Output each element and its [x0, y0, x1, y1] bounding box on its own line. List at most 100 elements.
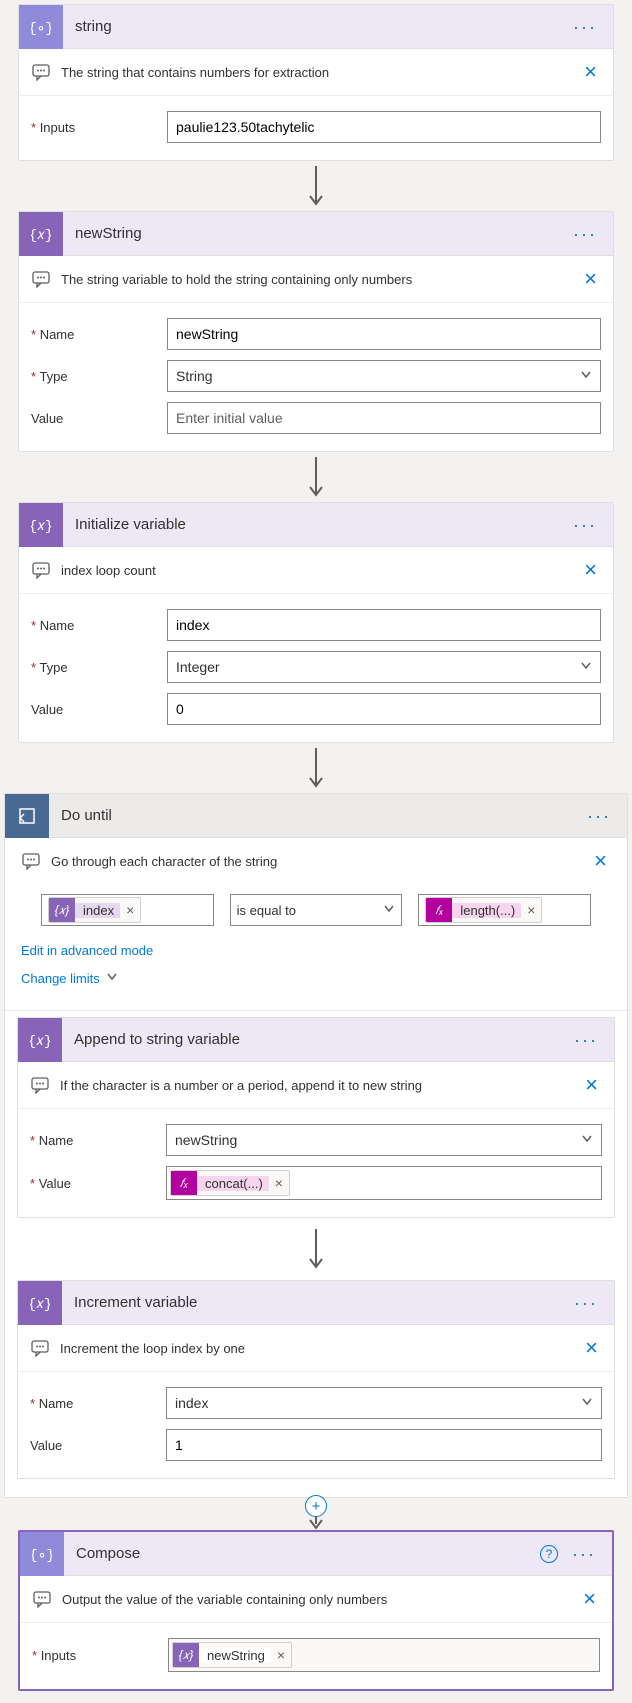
close-icon[interactable]: ×	[581, 1335, 602, 1361]
card-header[interactable]: {∘} string ···	[19, 5, 613, 49]
inputs-field[interactable]: {𝑥} newString ×	[168, 1638, 600, 1672]
comment-row: index loop count ×	[19, 547, 613, 594]
card-title: string	[63, 18, 569, 35]
type-label: * Type	[31, 369, 167, 384]
comment-row: Go through each character of the string …	[5, 838, 627, 882]
inputs-label: * Inputs	[31, 120, 167, 135]
comment-row: Output the value of the variable contain…	[20, 1576, 612, 1623]
more-menu-icon[interactable]: ···	[568, 1541, 600, 1567]
name-select[interactable]: newString	[166, 1124, 602, 1156]
card-header[interactable]: Initialize variable ···	[19, 503, 613, 547]
close-icon[interactable]: ×	[590, 848, 611, 874]
remove-token-icon[interactable]: ×	[271, 1647, 291, 1663]
value-label: Value	[30, 1438, 166, 1453]
chevron-down-icon	[581, 1395, 593, 1411]
name-label: * Name	[31, 618, 167, 633]
comment-icon	[21, 851, 41, 871]
expression-token[interactable]: 𝑓ₓ length(...) ×	[425, 897, 542, 923]
inputs-field[interactable]	[167, 111, 601, 143]
value-field[interactable]: 𝑓ₓ concat(...) ×	[166, 1166, 602, 1200]
arrow-connector	[5, 1224, 627, 1274]
type-label: * Type	[31, 660, 167, 675]
change-limits-link[interactable]: Change limits	[21, 971, 118, 986]
action-card-increment: Increment variable ··· Increment the loo…	[17, 1280, 615, 1479]
condition-operator-select[interactable]: is equal to	[230, 894, 403, 926]
card-title: Do until	[49, 807, 583, 824]
action-card-append: Append to string variable ··· If the cha…	[17, 1017, 615, 1218]
close-icon[interactable]: ×	[580, 59, 601, 85]
condition-right[interactable]: 𝑓ₓ length(...) ×	[418, 894, 591, 926]
variable-icon: {𝑥}	[173, 1642, 199, 1668]
comment-icon	[32, 1589, 52, 1609]
comment-text[interactable]: Output the value of the variable contain…	[62, 1592, 579, 1607]
card-header[interactable]: {∘} Compose ? ···	[20, 1532, 612, 1576]
card-header[interactable]: Do until ···	[5, 794, 627, 838]
loop-icon	[5, 794, 49, 838]
name-label: * Name	[30, 1133, 166, 1148]
comment-text[interactable]: index loop count	[61, 563, 580, 578]
comment-row: If the character is a number or a period…	[18, 1062, 614, 1109]
arrow-connector	[0, 452, 632, 502]
more-menu-icon[interactable]: ···	[569, 221, 601, 247]
variable-token[interactable]: {𝑥} index ×	[48, 897, 141, 923]
card-title: newString	[63, 225, 569, 242]
name-field[interactable]	[167, 609, 601, 641]
close-icon[interactable]: ×	[579, 1586, 600, 1612]
variable-icon: {𝑥}	[49, 897, 75, 923]
type-select[interactable]: String	[167, 360, 601, 392]
card-title: Append to string variable	[62, 1031, 570, 1048]
card-title: Initialize variable	[63, 516, 569, 533]
fx-icon: 𝑓ₓ	[171, 1170, 197, 1196]
arrow-connector: +	[0, 1498, 632, 1530]
comment-text[interactable]: If the character is a number or a period…	[60, 1078, 581, 1093]
more-menu-icon[interactable]: ···	[569, 512, 601, 538]
value-label: Value	[31, 702, 167, 717]
value-label: * Value	[30, 1176, 166, 1191]
more-menu-icon[interactable]: ···	[583, 803, 615, 829]
more-menu-icon[interactable]: ···	[570, 1027, 602, 1053]
variable-icon	[18, 1281, 62, 1325]
control-card-do-until: Do until ··· Go through each character o…	[4, 793, 628, 1498]
variable-icon	[19, 503, 63, 547]
name-select[interactable]: index	[166, 1387, 602, 1419]
remove-token-icon[interactable]: ×	[521, 902, 541, 918]
comment-row: The string variable to hold the string c…	[19, 256, 613, 303]
remove-token-icon[interactable]: ×	[269, 1175, 289, 1191]
action-card-string: {∘} string ··· The string that contains …	[18, 4, 614, 161]
name-field[interactable]	[167, 318, 601, 350]
comment-text[interactable]: The string variable to hold the string c…	[61, 272, 580, 287]
comment-text[interactable]: Increment the loop index by one	[60, 1341, 581, 1356]
chevron-down-icon	[581, 1132, 593, 1148]
close-icon[interactable]: ×	[581, 1072, 602, 1098]
type-select[interactable]: Integer	[167, 651, 601, 683]
variable-token[interactable]: {𝑥} newString ×	[172, 1642, 292, 1668]
more-menu-icon[interactable]: ···	[570, 1290, 602, 1316]
card-header[interactable]: Append to string variable ···	[18, 1018, 614, 1062]
close-icon[interactable]: ×	[580, 557, 601, 583]
help-icon[interactable]: ?	[540, 1545, 558, 1563]
card-header[interactable]: Increment variable ···	[18, 1281, 614, 1325]
name-label: * Name	[31, 327, 167, 342]
value-field[interactable]	[167, 402, 601, 434]
close-icon[interactable]: ×	[580, 266, 601, 292]
card-title: Increment variable	[62, 1294, 570, 1311]
data-operation-icon: {∘}	[20, 1532, 64, 1576]
comment-text[interactable]: The string that contains numbers for ext…	[61, 65, 580, 80]
value-field[interactable]	[167, 693, 601, 725]
edit-advanced-link[interactable]: Edit in advanced mode	[21, 943, 153, 958]
arrow-connector	[0, 161, 632, 211]
value-label: Value	[31, 411, 167, 426]
more-menu-icon[interactable]: ···	[569, 14, 601, 40]
card-header[interactable]: newString ···	[19, 212, 613, 256]
comment-icon	[31, 269, 51, 289]
value-field[interactable]	[166, 1429, 602, 1461]
add-step-button[interactable]: +	[305, 1495, 327, 1517]
chevron-down-icon	[383, 903, 395, 918]
action-card-compose: {∘} Compose ? ··· Output the value of th…	[18, 1530, 614, 1691]
expression-token[interactable]: 𝑓ₓ concat(...) ×	[170, 1170, 290, 1196]
comment-icon	[31, 62, 51, 82]
remove-token-icon[interactable]: ×	[120, 902, 140, 918]
chevron-down-icon	[580, 659, 592, 675]
comment-text[interactable]: Go through each character of the string	[51, 854, 590, 869]
condition-left[interactable]: {𝑥} index ×	[41, 894, 214, 926]
